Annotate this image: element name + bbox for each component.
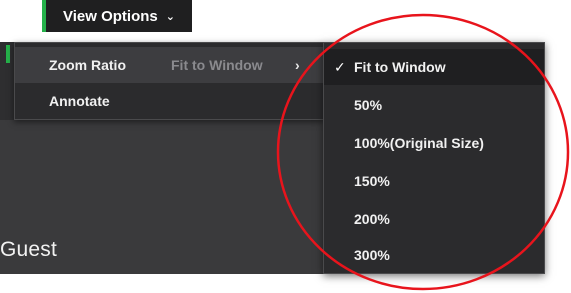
- checkmark-icon: ✓: [334, 58, 346, 75]
- view-options-button[interactable]: View Options ⌄: [42, 0, 192, 32]
- zoom-option-50[interactable]: 50%: [324, 87, 544, 123]
- zoom-option-fit-to-window[interactable]: ✓ Fit to Window: [324, 49, 544, 85]
- menu-item-label: Zoom Ratio: [49, 57, 126, 73]
- zoom-option-100[interactable]: 100%(Original Size): [324, 125, 544, 161]
- zoom-option-label: 150%: [354, 173, 390, 189]
- current-zoom-value: Fit to Window: [171, 57, 263, 73]
- zoom-option-label: 300%: [354, 247, 390, 263]
- chevron-down-icon: ⌄: [165, 10, 175, 23]
- zoom-option-150[interactable]: 150%: [324, 163, 544, 199]
- active-indicator: [6, 45, 10, 63]
- menu-item-zoom-ratio[interactable]: Zoom Ratio Fit to Window ›: [15, 47, 323, 83]
- menu-item-label: Annotate: [49, 93, 110, 109]
- zoom-option-200[interactable]: 200%: [324, 201, 544, 237]
- zoom-option-label: 100%(Original Size): [354, 135, 484, 151]
- zoom-option-label: 50%: [354, 97, 383, 113]
- zoom-option-300[interactable]: 300%: [324, 237, 544, 273]
- zoom-ratio-submenu: ✓ Fit to Window 50% 100%(Original Size) …: [323, 42, 545, 274]
- zoom-option-label: 200%: [354, 211, 390, 227]
- chevron-right-icon: ›: [295, 57, 300, 73]
- zoom-option-label: Fit to Window: [354, 59, 446, 75]
- view-options-label: View Options: [63, 7, 158, 25]
- menu-item-annotate[interactable]: Annotate: [15, 83, 323, 119]
- view-options-menu: Zoom Ratio Fit to Window › Annotate: [14, 42, 324, 120]
- participant-name-label: Guest: [0, 238, 58, 261]
